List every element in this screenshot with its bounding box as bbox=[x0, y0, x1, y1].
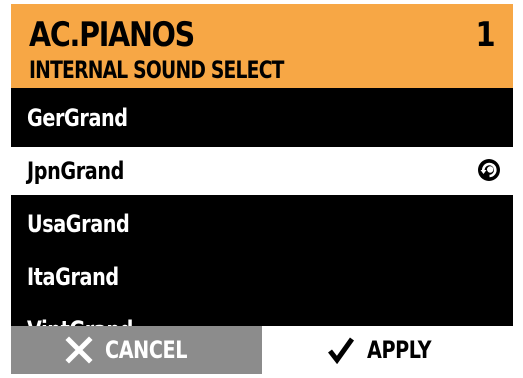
sound-item-label: GerGrand bbox=[27, 104, 128, 132]
footer-buttons: CANCEL APPLY bbox=[11, 326, 513, 374]
sound-item-label: UsaGrand bbox=[27, 210, 130, 238]
cancel-label: CANCEL bbox=[105, 336, 188, 364]
apply-button[interactable]: APPLY bbox=[262, 326, 513, 374]
checkmark-icon bbox=[328, 337, 355, 364]
sound-item-label: JpnGrand bbox=[27, 157, 124, 185]
sound-item-itagrand[interactable]: ItaGrand bbox=[11, 253, 513, 301]
close-icon bbox=[65, 336, 93, 364]
page-subtitle: INTERNAL SOUND SELECT bbox=[29, 56, 284, 84]
sound-list: GerGrand JpnGrand UsaGrand ItaGrand Vint… bbox=[11, 88, 513, 354]
sound-item-usagrand[interactable]: UsaGrand bbox=[11, 200, 513, 248]
sound-item-jpngrand[interactable]: JpnGrand bbox=[11, 147, 513, 195]
selected-indicator-icon bbox=[478, 159, 500, 181]
cancel-button[interactable]: CANCEL bbox=[11, 326, 262, 374]
sound-item-label: ItaGrand bbox=[27, 263, 119, 291]
apply-label: APPLY bbox=[367, 336, 432, 364]
sound-item-gergrand[interactable]: GerGrand bbox=[11, 94, 513, 142]
page-title: AC.PIANOS bbox=[29, 15, 195, 55]
sound-select-screen: AC.PIANOS INTERNAL SOUND SELECT 1 GerGra… bbox=[11, 4, 513, 374]
bank-number: 1 bbox=[475, 15, 496, 55]
header: AC.PIANOS INTERNAL SOUND SELECT 1 bbox=[11, 4, 513, 88]
